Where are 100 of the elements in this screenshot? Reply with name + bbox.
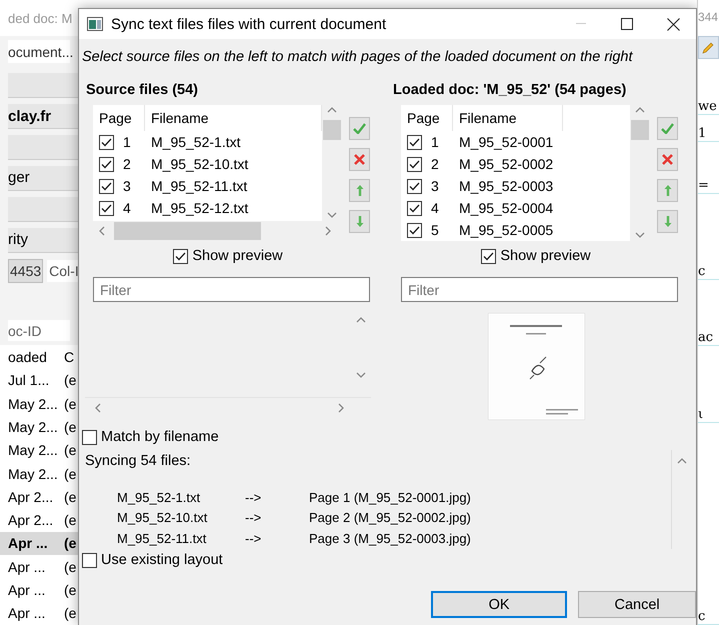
- sync-line: M_95_52-10.txt --> Page 2 (M_95_52-0002.jpg): [117, 509, 472, 527]
- filename-cell-text: M_95_52-0002: [458, 156, 554, 172]
- sync-label: Syncing 54 files:: [85, 452, 192, 472]
- panel-label: ger: [8, 166, 78, 191]
- column-header[interactable]: Page: [401, 105, 453, 131]
- panel-label: clay.fr: [8, 104, 78, 130]
- ok-button[interactable]: OK: [431, 591, 568, 618]
- page-number: 3: [431, 178, 439, 194]
- table-row[interactable]: May 2... (e: [0, 415, 78, 439]
- list-action-button[interactable]: [349, 148, 370, 171]
- page-number: 1: [123, 134, 131, 150]
- down-arrow-icon: [664, 215, 672, 228]
- table-row[interactable]: Apr ... (e: [0, 602, 78, 625]
- document-text: ac: [698, 280, 719, 346]
- scroll-thumb[interactable]: [631, 120, 649, 140]
- filename-cell-text: M_95_52-0005: [458, 222, 554, 238]
- document-text: c: [698, 423, 719, 625]
- document-text: 1: [698, 115, 719, 142]
- list-action-button[interactable]: [349, 210, 370, 233]
- cancel-button[interactable]: Cancel: [578, 591, 696, 618]
- panel-label: rity: [8, 228, 78, 253]
- table-row[interactable]: May 2... (e: [0, 462, 78, 486]
- column-header[interactable]: Filename: [453, 105, 563, 131]
- filename-cell-text: M_95_52-0003: [458, 178, 554, 194]
- down-arrow-icon: [356, 215, 364, 228]
- table-row[interactable]: Apr 2... (e: [0, 508, 78, 532]
- document-text: =: [698, 142, 719, 194]
- document-text: c: [698, 194, 719, 280]
- checkbox[interactable]: [99, 178, 114, 194]
- filename-cell-text: M_95_52-0001: [458, 134, 554, 150]
- checkbox-label: Show preview: [192, 248, 283, 264]
- list-action-button[interactable]: [349, 117, 370, 140]
- panel-heading: Loaded doc: 'M_95_52' (54 pages): [393, 81, 628, 100]
- filename-cell-text: M_95_52-10.txt: [150, 156, 248, 172]
- app-icon: [87, 17, 103, 31]
- table-row[interactable]: Apr ... (e: [0, 578, 78, 602]
- checkbox-label: Match by filename: [101, 429, 219, 445]
- filter-field[interactable]: oc-ID: [8, 320, 70, 342]
- checkbox[interactable]: [82, 552, 97, 568]
- up-arrow-icon: [664, 184, 672, 197]
- table-row[interactable]: Jul 1... (e: [0, 368, 78, 392]
- page-number: 5: [431, 222, 439, 238]
- scroll-thumb[interactable]: [323, 120, 341, 140]
- list-action-button[interactable]: [657, 179, 678, 202]
- page-number: 1: [431, 134, 439, 150]
- checkbox-label: Use existing layout: [101, 552, 223, 568]
- page-number: 2: [431, 156, 439, 172]
- checkbox[interactable]: [407, 222, 422, 238]
- toolbar-button[interactable]: [698, 36, 719, 60]
- document-field[interactable]: ocument...: [8, 40, 70, 64]
- scroll-thumb[interactable]: [114, 222, 261, 240]
- page-number: 4: [123, 200, 131, 216]
- table-row[interactable]: Apr ... (e: [0, 555, 78, 578]
- list-action-button[interactable]: [657, 210, 678, 233]
- panel-heading: Source files (54): [85, 81, 200, 100]
- minimize-icon: [576, 23, 586, 25]
- close-icon: [354, 154, 365, 165]
- checkbox[interactable]: [481, 248, 496, 264]
- id-chip: 4453: [8, 258, 44, 283]
- list-action-button[interactable]: [657, 117, 678, 140]
- checkmark-icon: [661, 123, 674, 134]
- filter-field[interactable]: Filter: [93, 277, 370, 302]
- checkbox[interactable]: [82, 430, 97, 444]
- list-action-button[interactable]: [657, 148, 678, 171]
- filename-cell-text: M_95_52-0004: [458, 200, 554, 216]
- document-text: ι: [698, 346, 719, 424]
- maximize-icon: [621, 18, 633, 30]
- document-text: we: [698, 63, 719, 116]
- column-field[interactable]: Col-I: [47, 260, 78, 282]
- checkbox[interactable]: [99, 200, 114, 216]
- table-row[interactable]: Apr ... (e: [0, 532, 78, 556]
- page-number: 2: [123, 156, 131, 172]
- checkbox[interactable]: [407, 178, 422, 194]
- filter-field[interactable]: Filter: [401, 277, 678, 302]
- checkbox[interactable]: [99, 156, 114, 172]
- sync-line: M_95_52-1.txt --> Page 1 (M_95_52-0001.jpg): [117, 488, 472, 507]
- checkbox[interactable]: [407, 156, 422, 172]
- checkbox[interactable]: [407, 134, 422, 150]
- list-action-button[interactable]: [349, 179, 370, 202]
- column-header[interactable]: oaded: [8, 349, 64, 366]
- table-row[interactable]: May 2... (e: [0, 392, 78, 416]
- checkbox[interactable]: [407, 200, 422, 216]
- document-id-text: 344: [698, 8, 719, 26]
- column-header[interactable]: Filename: [145, 105, 322, 131]
- table-row[interactable]: Apr 2... (e: [0, 485, 78, 508]
- window-title: ded doc: M: [0, 0, 78, 36]
- up-arrow-icon: [356, 184, 364, 197]
- column-header[interactable]: Page: [93, 105, 145, 131]
- sync-line: M_95_52-11.txt --> Page 3 (M_95_52-0003.jpg): [117, 530, 472, 548]
- table-row[interactable]: May 2... (e: [0, 438, 78, 462]
- filename-cell-text: M_95_52-1.txt: [150, 134, 240, 150]
- checkbox[interactable]: [99, 134, 114, 150]
- page-number: 4: [431, 200, 439, 216]
- close-icon: [666, 18, 680, 30]
- close-icon: [662, 154, 673, 165]
- filename-cell-text: M_95_52-11.txt: [150, 178, 248, 194]
- column-header[interactable]: C: [64, 349, 74, 366]
- dialog-title: Sync text files files with current document: [111, 16, 388, 32]
- checkbox[interactable]: [173, 248, 188, 264]
- checkbox-label: Show preview: [500, 248, 591, 264]
